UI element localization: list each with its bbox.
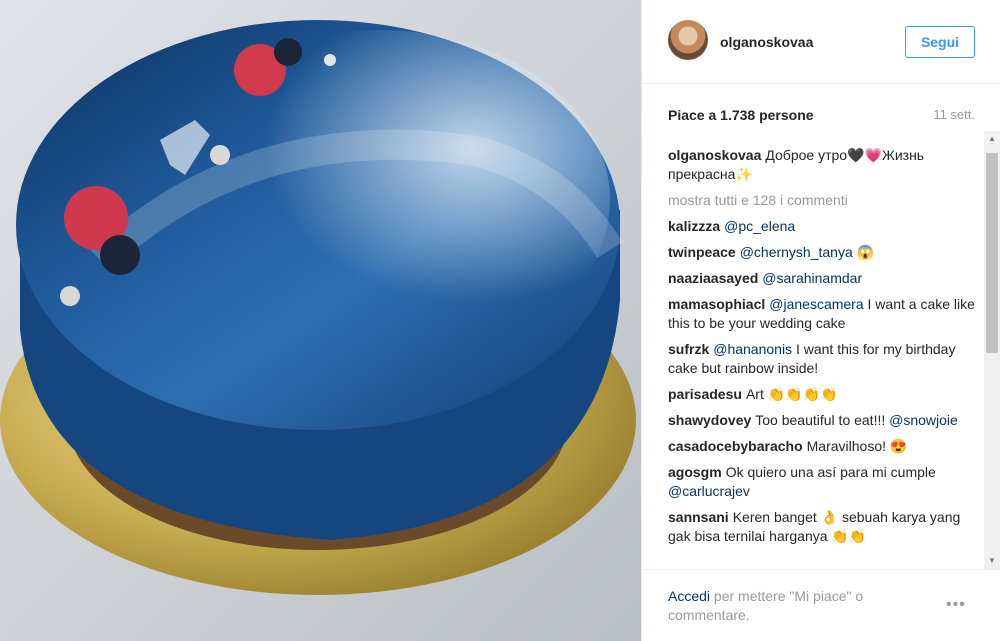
comment-user[interactable]: naaziaasayed xyxy=(668,270,758,286)
header-username[interactable]: olganoskovaa xyxy=(720,34,813,50)
list-item: naaziaasayed @sarahinamdar xyxy=(668,269,983,288)
comments-list: olganoskovaa Доброе утро🖤💗Жизнь прекрасна… xyxy=(668,146,983,567)
comment-mention[interactable]: @carlucrajev xyxy=(668,483,750,499)
list-item: agosgm Ok quiero una así para mi cumple @… xyxy=(668,463,983,501)
post-photo xyxy=(0,0,641,641)
likes-count: Piace a 1.738 persone xyxy=(668,107,814,123)
caption: olganoskovaa Доброе утро🖤💗Жизнь прекрасна… xyxy=(668,146,983,184)
comment-text: 😱 xyxy=(852,244,875,260)
login-link[interactable]: Accedi xyxy=(668,588,710,604)
post-sidebar: olganoskovaa Segui Piace a 1.738 persone… xyxy=(641,0,1000,641)
list-item: sannsani Keren banget 👌 sebuah karya yang… xyxy=(668,508,983,546)
comment-user[interactable]: shawydovey xyxy=(668,412,751,428)
avatar[interactable] xyxy=(668,20,708,60)
list-item: casadocebybaracho Maravilhoso! 😍 xyxy=(668,437,983,456)
cake-image xyxy=(0,20,636,595)
post-footer: Accedi per mettere "Mi piace" o commenta… xyxy=(642,569,1000,641)
login-prompt: Accedi per mettere "Mi piace" o commenta… xyxy=(668,587,908,625)
comment-text: Art 👏👏👏👏 xyxy=(745,386,838,402)
post-date[interactable]: 11 sett. xyxy=(933,107,975,122)
comment-user[interactable]: kalizzza xyxy=(668,218,720,234)
list-item: mamasophiacl @janescamera I want a cake l… xyxy=(668,295,983,333)
comment-user[interactable]: twinpeace xyxy=(668,244,736,260)
list-item: parisadesu Art 👏👏👏👏 xyxy=(668,385,983,404)
comment-user[interactable]: sufrzk xyxy=(668,341,709,357)
list-item: kalizzza @pc_elena xyxy=(668,217,983,236)
show-all-comments-link[interactable]: mostra tutti e 128 i commenti xyxy=(668,191,983,210)
scroll-down-icon[interactable]: ▼ xyxy=(984,553,1000,569)
comment-mention[interactable]: @pc_elena xyxy=(724,218,795,234)
comment-user[interactable]: sannsani xyxy=(668,509,729,525)
post-header: olganoskovaa Segui xyxy=(642,0,1000,84)
comment-mention[interactable]: @snowjoie xyxy=(889,412,958,428)
comment-text: Maravilhoso! 😍 xyxy=(806,438,908,454)
scrollbar-thumb[interactable] xyxy=(986,153,998,353)
comment-user[interactable]: casadocebybaracho xyxy=(668,438,803,454)
comment-mention[interactable]: @hananonis xyxy=(713,341,792,357)
more-options-icon[interactable]: ••• xyxy=(946,596,966,614)
comment-user[interactable]: parisadesu xyxy=(668,386,742,402)
list-item: shawydovey Too beautiful to eat!!! @snowj… xyxy=(668,411,983,430)
comment-mention[interactable]: @sarahinamdar xyxy=(762,270,862,286)
scroll-up-icon[interactable]: ▲ xyxy=(984,131,1000,147)
comment-user[interactable]: agosgm xyxy=(668,464,722,480)
comment-mention[interactable]: @janescamera xyxy=(769,296,863,312)
likes-row: Piace a 1.738 persone 11 sett. xyxy=(668,107,975,125)
list-item: twinpeace @chernysh_tanya 😱 xyxy=(668,243,983,262)
comment-text: I want this for my birthday cake but rai… xyxy=(668,341,956,376)
comments-scrollbar[interactable]: ▲ ▼ xyxy=(984,131,1000,569)
comment-text: Too beautiful to eat!!! xyxy=(755,412,890,428)
follow-button[interactable]: Segui xyxy=(905,26,975,58)
caption-user[interactable]: olganoskovaa xyxy=(668,147,761,163)
list-item: sufrzk @hananonis I want this for my birt… xyxy=(668,340,983,378)
comment-mention[interactable]: @chernysh_tanya xyxy=(740,244,853,260)
comment-text: Ok quiero una así para mi cumple xyxy=(725,464,936,480)
comment-user[interactable]: mamasophiacl xyxy=(668,296,765,312)
